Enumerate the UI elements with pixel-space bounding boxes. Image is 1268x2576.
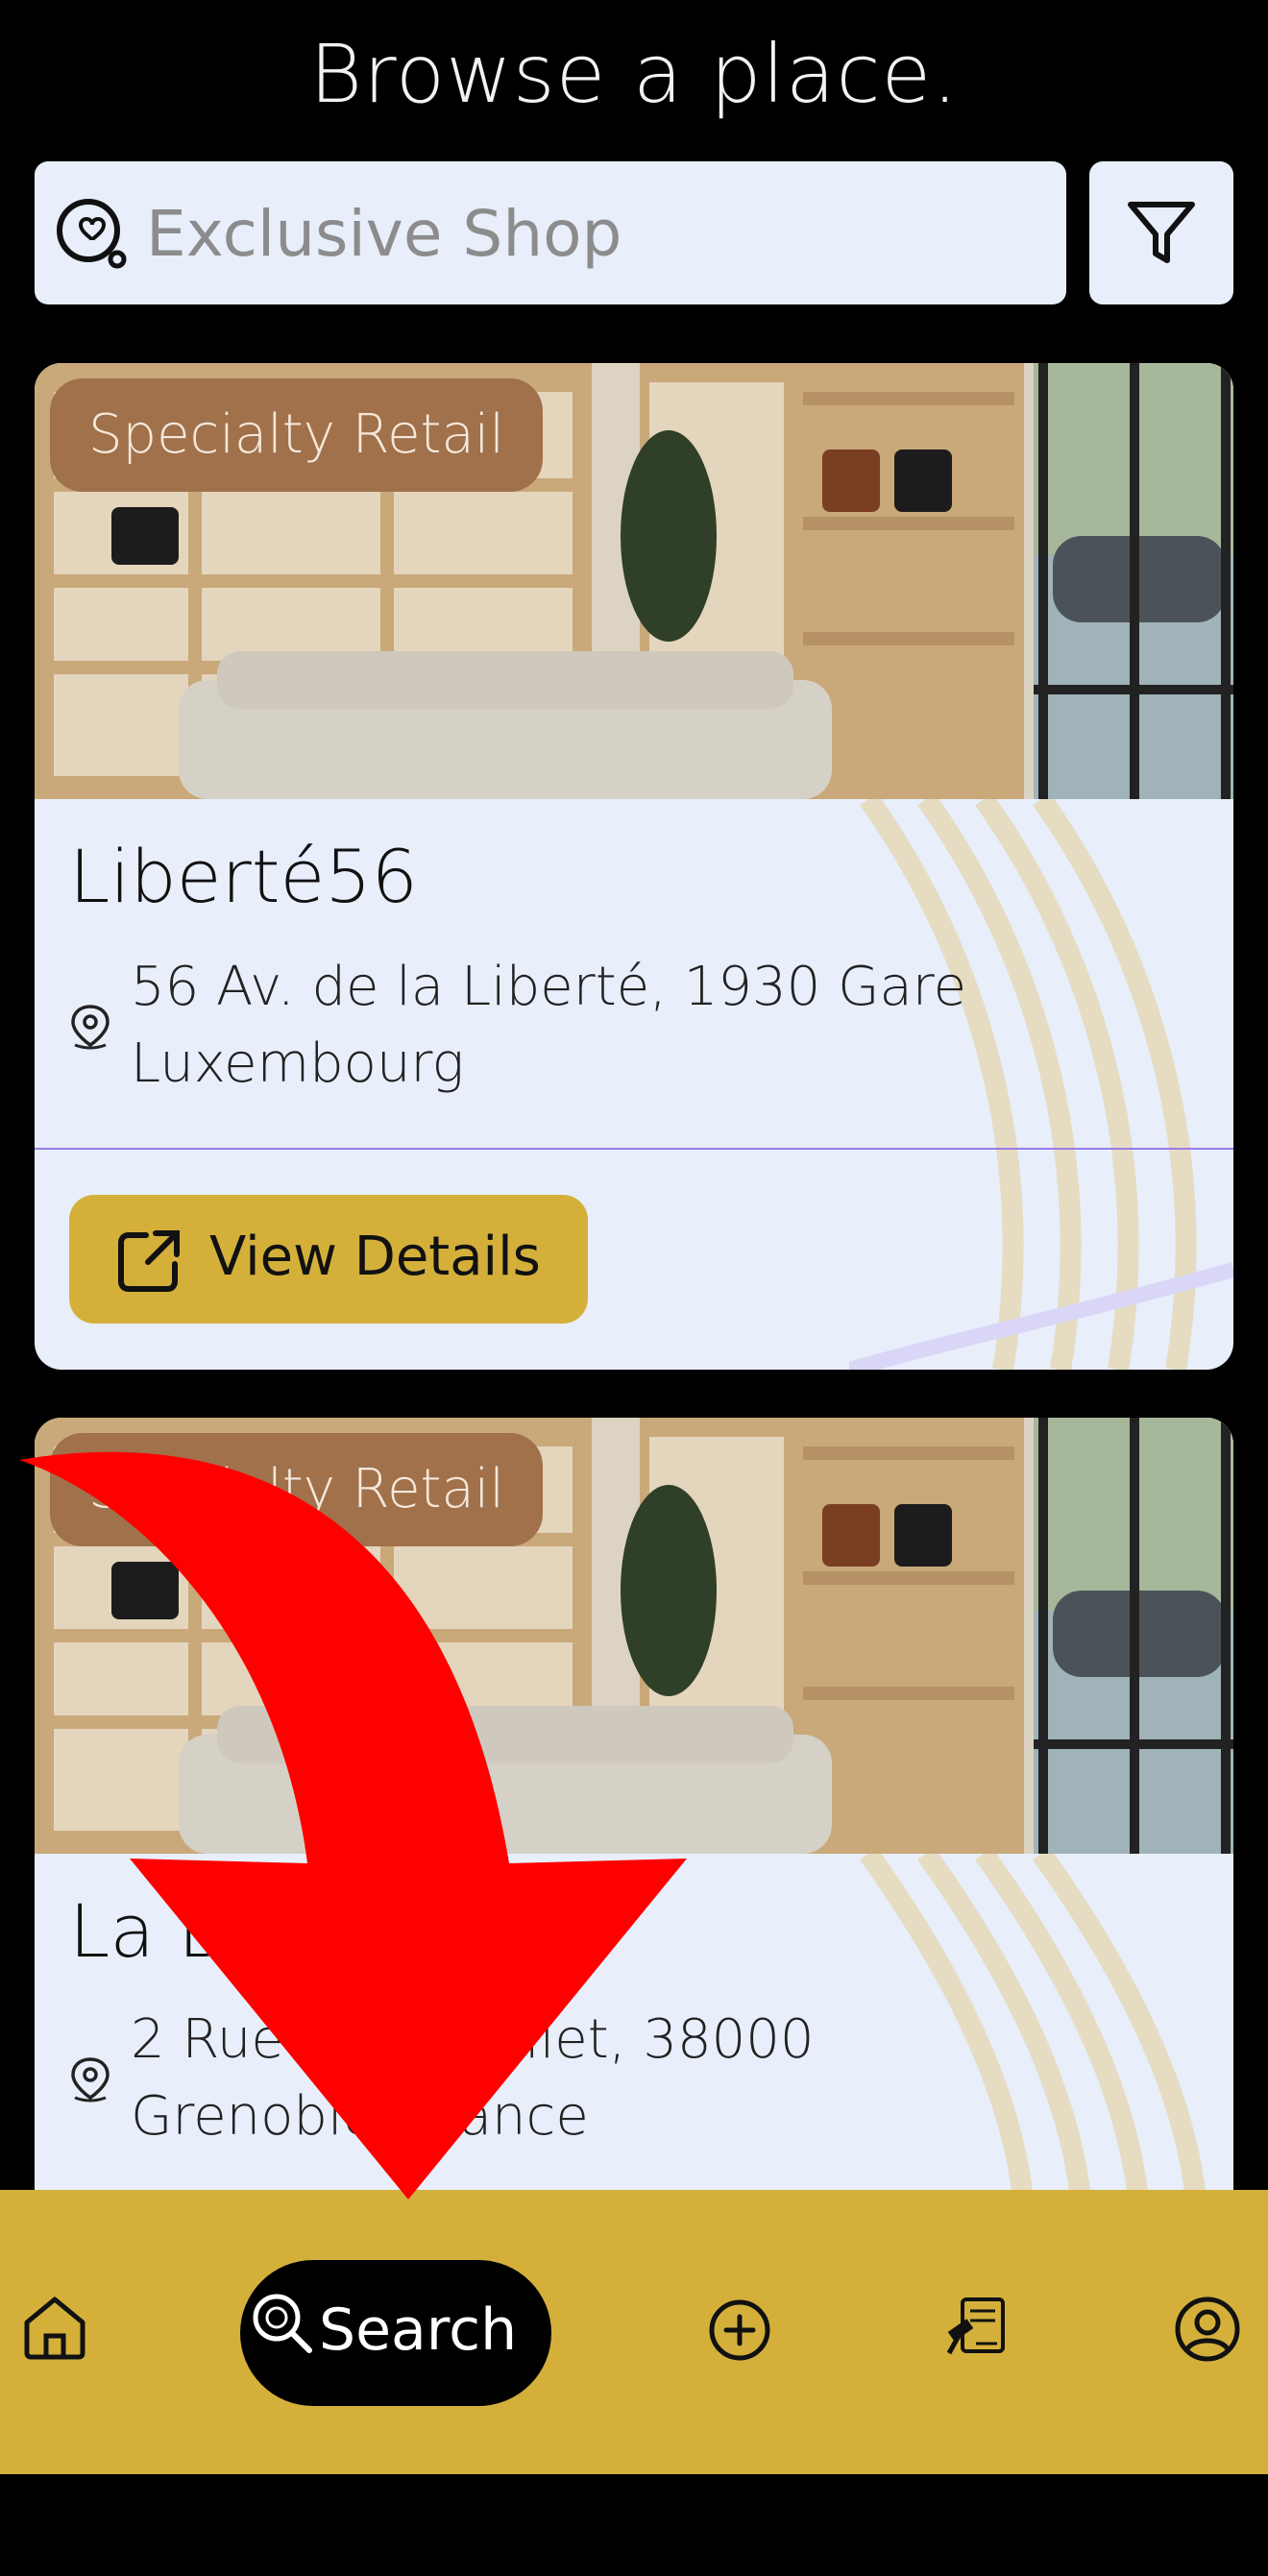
search-heart-icon (57, 199, 127, 269)
category-badge: Specialty Retail (50, 1433, 543, 1546)
search-input[interactable] (144, 184, 1032, 282)
search-icon (253, 2294, 312, 2353)
nav-search-button[interactable]: Search (240, 2260, 551, 2406)
place-name: Liberté56 (69, 834, 418, 919)
home-icon[interactable] (21, 2294, 88, 2361)
profile-icon[interactable] (1174, 2296, 1241, 2363)
view-details-button[interactable]: View Details (69, 1195, 588, 1324)
place-address: 56 Av. de la Liberté, 1930 Gare Luxembou… (131, 956, 967, 1095)
search-box[interactable] (35, 161, 1066, 304)
filter-button[interactable] (1089, 161, 1233, 304)
bottom-nav: Search (0, 2190, 1268, 2474)
add-icon[interactable] (707, 2297, 772, 2363)
view-details-label: View Details (209, 1226, 541, 1288)
card-divider (35, 1148, 1233, 1150)
nav-search-label: Search (319, 2297, 518, 2364)
location-pin-icon (71, 1005, 110, 1050)
external-link-icon (118, 1230, 180, 1292)
page-title: Browse a place. (309, 27, 959, 121)
category-badge: Specialty Retail (50, 378, 543, 492)
location-pin-icon (71, 2057, 110, 2102)
place-name: La Boutique (69, 1888, 503, 1974)
auction-icon[interactable] (943, 2294, 1009, 2359)
place-card: Specialty Retail La Boutique 2 Rue Félix… (35, 1418, 1233, 2282)
place-card: Specialty Retail Liberté56 56 Av. de la … (35, 363, 1233, 1370)
place-address: 2 Rue Félix Viallet, 38000 Grenoble, Fra… (131, 2008, 815, 2148)
filter-icon (1128, 202, 1195, 263)
